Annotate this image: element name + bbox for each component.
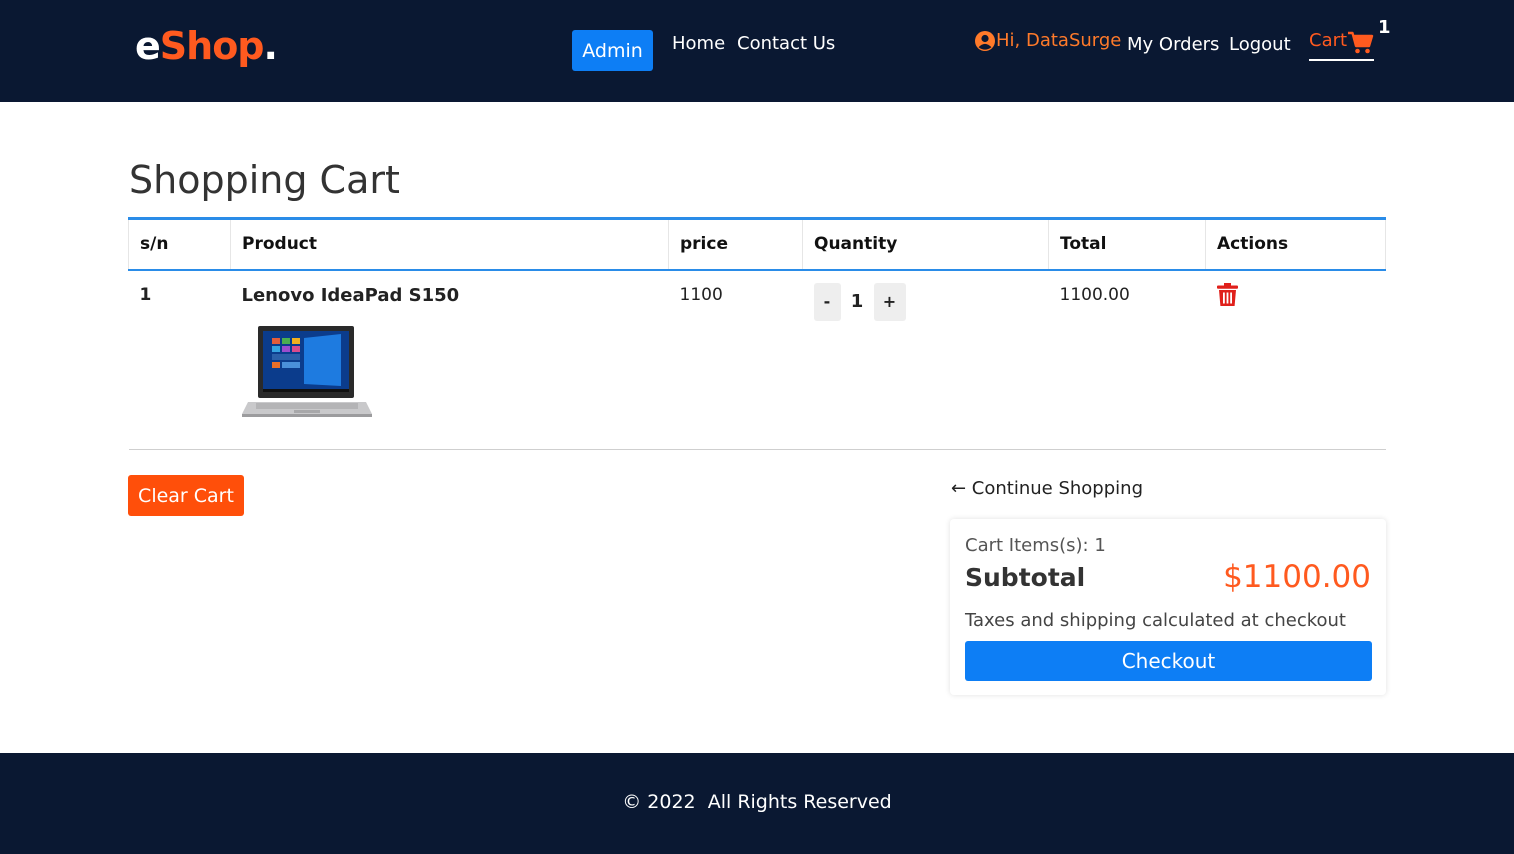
- continue-shopping-link[interactable]: ← Continue Shopping: [951, 478, 1143, 499]
- nav-home-link[interactable]: Home: [672, 33, 725, 54]
- tax-shipping-note: Taxes and shipping calculated at checkou…: [965, 610, 1346, 631]
- cart-count-badge: 1: [1378, 17, 1391, 38]
- table-row: 1 Lenovo IdeaPad S150 1100 - 1 + 1100.00: [128, 269, 1386, 450]
- footer: © 2022 All Rights Reserved: [0, 753, 1514, 854]
- table-header-row: s/n Product price Quantity Total Actions: [128, 217, 1386, 271]
- admin-button-label: Admin: [582, 39, 643, 62]
- col-header-product: Product: [230, 217, 669, 271]
- col-header-sn: s/n: [128, 217, 231, 271]
- cell-price: 1100: [668, 269, 803, 450]
- col-header-quantity: Quantity: [802, 217, 1049, 271]
- user-greeting[interactable]: Hi, DataSurge: [975, 30, 1121, 51]
- logo-e: e: [135, 24, 161, 68]
- cart-link-label: Cart: [1309, 30, 1348, 51]
- top-navbar: eShop. Admin Home Contact Us Hi, DataSur…: [0, 0, 1514, 102]
- cell-product: Lenovo IdeaPad S150: [230, 269, 669, 450]
- increase-quantity-button[interactable]: +: [873, 282, 906, 321]
- eshop-logo[interactable]: eShop.: [135, 22, 278, 70]
- cell-total: 1100.00: [1048, 269, 1206, 450]
- admin-button[interactable]: Admin: [572, 30, 653, 71]
- checkout-label: Checkout: [1121, 649, 1216, 673]
- subtotal-label: Subtotal: [965, 563, 1086, 592]
- checkout-button[interactable]: Checkout: [965, 641, 1372, 681]
- nav-contact-link[interactable]: Contact Us: [737, 33, 835, 54]
- page-title: Shopping Cart: [129, 158, 400, 202]
- subtotal-value: $1100.00: [1223, 559, 1371, 595]
- user-greeting-text: Hi, DataSurge: [996, 30, 1122, 51]
- logo-shop: Shop: [159, 24, 265, 68]
- delete-item-button[interactable]: [1216, 282, 1238, 311]
- logout-link[interactable]: Logout: [1229, 34, 1291, 55]
- col-header-actions: Actions: [1205, 217, 1386, 271]
- quantity-value: 1: [850, 291, 864, 312]
- my-orders-link[interactable]: My Orders: [1127, 34, 1219, 55]
- clear-cart-button[interactable]: Clear Cart: [128, 475, 244, 516]
- col-header-price: price: [668, 217, 803, 271]
- shopping-cart-icon: [1348, 31, 1374, 54]
- cart-table: s/n Product price Quantity Total Actions…: [128, 217, 1386, 450]
- logo-dot: .: [263, 24, 278, 68]
- copyright-text: © 2022 All Rights Reserved: [622, 791, 892, 813]
- user-circle-icon: [975, 30, 995, 51]
- trash-icon: [1216, 282, 1238, 306]
- clear-cart-label: Clear Cart: [138, 484, 234, 507]
- cart-summary-card: Cart Items(s): 1 Subtotal $1100.00 Taxes…: [950, 519, 1386, 695]
- decrease-quantity-button[interactable]: -: [813, 282, 841, 321]
- quantity-stepper: - 1 +: [813, 282, 1049, 321]
- cell-actions: [1205, 269, 1386, 450]
- product-name[interactable]: Lenovo IdeaPad S150: [242, 285, 669, 306]
- cell-sn: 1: [128, 269, 231, 450]
- cart-link[interactable]: Cart: [1309, 30, 1375, 61]
- col-header-total: Total: [1048, 217, 1206, 271]
- cart-items-count: Cart Items(s): 1: [965, 535, 1106, 556]
- laptop-image: [241, 325, 372, 417]
- cell-quantity: - 1 +: [802, 269, 1049, 450]
